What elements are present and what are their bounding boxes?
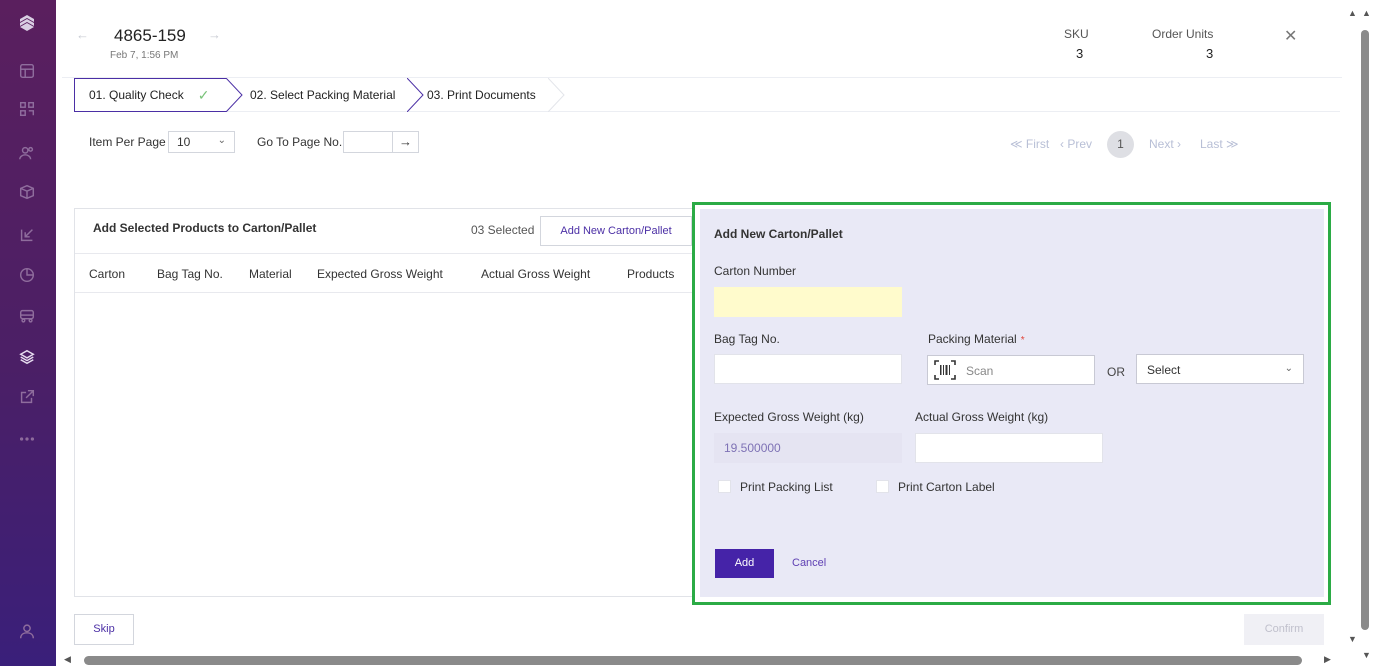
add-button[interactable]: Add [715, 549, 774, 578]
current-page[interactable]: 1 [1107, 131, 1134, 158]
order-packing-panel: ← → 4865-159 Feb 7, 1:56 PM SKU 3 Order … [62, 0, 1344, 666]
horizontal-scroll-thumb[interactable] [84, 656, 1302, 665]
sidebar [0, 0, 56, 666]
form-title: Add New Carton/Pallet [714, 227, 843, 241]
actual-weight-label: Actual Gross Weight (kg) [915, 410, 1049, 424]
scan-input[interactable]: Scan [927, 355, 1095, 385]
order-units-value: 3 [1206, 46, 1214, 61]
selected-count: 03 Selected [471, 223, 535, 237]
column-carton[interactable]: Carton [89, 267, 125, 281]
scroll-up-icon[interactable]: ▲ [1362, 8, 1371, 18]
order-id: 4865-159 [114, 26, 186, 45]
barcode-scan-icon [934, 360, 956, 380]
step-quality-check[interactable]: 01. Quality Check ✓ [74, 78, 226, 112]
scroll-down-icon[interactable]: ▼ [1362, 650, 1371, 660]
step-select-packing-material[interactable]: 02. Select Packing Material [250, 78, 395, 112]
step-chevron [407, 78, 424, 112]
goto-page-label: Go To Page No. [257, 135, 343, 149]
dashboard-icon[interactable] [16, 98, 38, 120]
step-chevron [548, 78, 565, 112]
users-icon[interactable] [16, 142, 38, 164]
or-separator: OR [1107, 365, 1125, 379]
import-icon[interactable] [16, 224, 38, 246]
sku-label: SKU [1064, 27, 1089, 41]
prev-page-link[interactable]: ‹ Prev [1060, 137, 1092, 151]
skip-button[interactable]: Skip [74, 614, 134, 645]
step-chevron [226, 78, 243, 112]
column-products[interactable]: Products [627, 267, 674, 281]
items-per-page-select[interactable]: 10 ⌄ [168, 131, 235, 153]
order-units-label: Order Units [1152, 27, 1214, 41]
export-icon[interactable] [16, 386, 38, 408]
vertical-scrollbar[interactable]: ▲ ▲ ▼ ▼ [1344, 0, 1377, 666]
column-material[interactable]: Material [249, 267, 292, 281]
print-carton-label-label: Print Carton Label [898, 480, 995, 494]
packing-material-select[interactable]: Select ⌄ [1136, 354, 1304, 384]
vertical-scroll-thumb[interactable] [1361, 30, 1369, 630]
items-per-page-value: 10 [177, 135, 191, 149]
table-header: Carton Bag Tag No. Material Expected Gro… [75, 253, 693, 293]
items-per-page-label: Item Per Page [89, 135, 166, 149]
first-page-link[interactable]: ≪ First [1010, 137, 1049, 151]
scroll-up-icon[interactable]: ▲ [1348, 8, 1357, 18]
chart-icon[interactable] [16, 264, 38, 286]
scroll-right-icon[interactable]: ▶ [1324, 654, 1331, 665]
forward-arrow-icon[interactable]: → [208, 27, 221, 42]
user-icon[interactable] [16, 620, 38, 642]
add-new-carton-button[interactable]: Add New Carton/Pallet [540, 216, 692, 246]
column-expected-weight[interactable]: Expected Gross Weight [317, 267, 443, 281]
expected-weight-value: 19.500000 [714, 433, 902, 463]
stepper: 01. Quality Check ✓ 02. Select Packing M… [74, 78, 1340, 112]
logo-icon[interactable] [16, 12, 38, 34]
cancel-link[interactable]: Cancel [792, 557, 826, 569]
chevron-down-icon: ⌄ [1284, 363, 1293, 374]
box-icon[interactable] [16, 181, 38, 203]
sku-value: 3 [1076, 46, 1084, 61]
horizontal-scrollbar[interactable]: ◀ ▶ [56, 652, 1344, 666]
truck-icon[interactable] [16, 305, 38, 327]
carton-number-label: Carton Number [714, 264, 797, 278]
packing-material-select-value: Select [1147, 363, 1181, 377]
actual-weight-input[interactable] [915, 433, 1103, 463]
scan-placeholder: Scan [966, 364, 994, 378]
add-carton-form: Add New Carton/Pallet Carton Number Bag … [700, 209, 1324, 597]
header: ← → 4865-159 Feb 7, 1:56 PM SKU 3 Order … [62, 0, 1342, 78]
check-icon: ✓ [197, 86, 210, 103]
required-mark: * [1020, 335, 1025, 346]
packing-material-text: Packing Material [928, 332, 1017, 346]
bag-tag-label: Bag Tag No. [714, 332, 780, 346]
more-icon[interactable] [16, 428, 38, 450]
next-page-link[interactable]: Next › [1149, 137, 1181, 151]
print-packing-list-checkbox[interactable] [718, 480, 731, 493]
layout-icon[interactable] [16, 60, 38, 82]
expected-weight-label: Expected Gross Weight (kg) [714, 410, 864, 424]
table-title: Add Selected Products to Carton/Pallet [93, 221, 317, 235]
carton-number-input[interactable] [714, 287, 902, 317]
last-page-link[interactable]: Last ≫ [1200, 137, 1239, 151]
goto-page-input[interactable] [343, 131, 393, 153]
packing-material-label: Packing Material * [928, 332, 1025, 346]
scroll-left-icon[interactable]: ◀ [64, 654, 71, 665]
order-date: Feb 7, 1:56 PM [110, 50, 179, 61]
step-label: 01. Quality Check [89, 88, 184, 102]
chevron-down-icon: ⌄ [217, 135, 226, 146]
bag-tag-input[interactable] [714, 354, 902, 384]
print-carton-label-checkbox[interactable] [876, 480, 889, 493]
close-icon[interactable]: ✕ [1284, 26, 1297, 46]
column-bag-tag[interactable]: Bag Tag No. [157, 267, 223, 281]
back-arrow-icon[interactable]: ← [76, 27, 89, 42]
step-print-documents[interactable]: 03. Print Documents [427, 78, 536, 112]
goto-page-button[interactable]: → [392, 131, 419, 153]
step-label: 03. Print Documents [427, 88, 536, 102]
pagination-row: Item Per Page 10 ⌄ Go To Page No. → ≪ Fi… [89, 131, 1339, 158]
confirm-button[interactable]: Confirm [1244, 614, 1324, 645]
carton-table-panel: Add Selected Products to Carton/Pallet 0… [74, 208, 694, 597]
scroll-down-icon[interactable]: ▼ [1348, 634, 1357, 644]
step-label: 02. Select Packing Material [250, 88, 396, 102]
print-packing-list-label: Print Packing List [740, 480, 833, 494]
layers-icon[interactable] [16, 346, 38, 368]
column-actual-weight[interactable]: Actual Gross Weight [481, 267, 590, 281]
